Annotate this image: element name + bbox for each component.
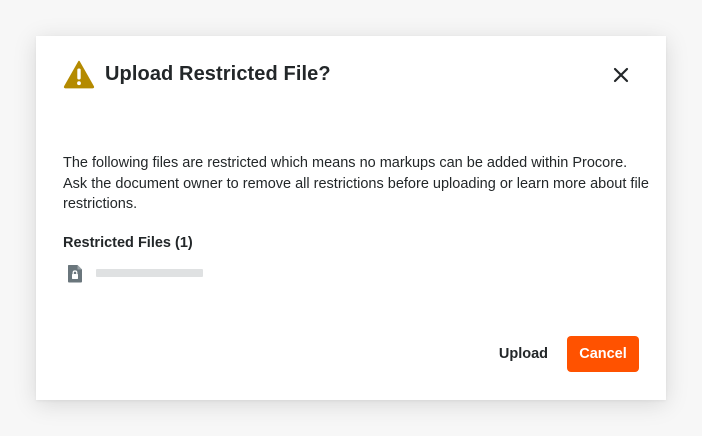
warning-triangle-icon: [63, 59, 95, 89]
cancel-button[interactable]: Cancel: [567, 336, 639, 372]
dialog-footer: Upload Cancel: [489, 336, 639, 372]
upload-button[interactable]: Upload: [489, 336, 558, 372]
dialog-message: The following files are restricted which…: [63, 155, 649, 212]
dialog-header: Upload Restricted File?: [63, 58, 643, 90]
locked-file-icon: [67, 264, 83, 283]
restricted-file-item: [67, 263, 203, 283]
close-icon: [613, 67, 629, 83]
upload-restricted-file-dialog: Upload Restricted File? The following fi…: [36, 36, 666, 400]
file-name-placeholder: [96, 269, 203, 277]
close-button[interactable]: [610, 64, 632, 86]
restricted-files-heading: Restricted Files (1): [63, 235, 193, 251]
dialog-title: Upload Restricted File?: [105, 62, 331, 85]
